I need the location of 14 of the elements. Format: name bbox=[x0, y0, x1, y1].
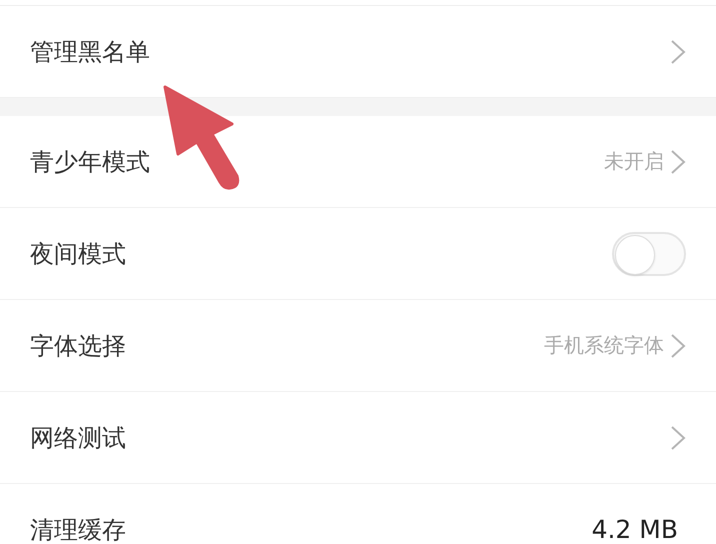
chevron-right-icon[interactable] bbox=[670, 148, 686, 174]
chevron-right-icon[interactable] bbox=[670, 38, 686, 64]
setting-label: 管理黑名单 bbox=[30, 36, 151, 68]
setting-label: 网络测试 bbox=[30, 422, 127, 454]
chevron-right-icon[interactable] bbox=[670, 424, 686, 450]
toggle-switch[interactable] bbox=[612, 232, 686, 276]
setting-value: 未开启 bbox=[604, 148, 664, 175]
setting-label: 清理缓存 bbox=[30, 514, 127, 544]
setting-label: 青少年模式 bbox=[30, 146, 151, 178]
setting-label: 夜间模式 bbox=[30, 238, 127, 270]
chevron-right-icon[interactable] bbox=[670, 332, 686, 358]
setting-value: 手机系统字体 bbox=[544, 332, 664, 359]
setting-label: 字体选择 bbox=[30, 330, 127, 362]
setting-value: 4.2 MB bbox=[592, 515, 678, 544]
